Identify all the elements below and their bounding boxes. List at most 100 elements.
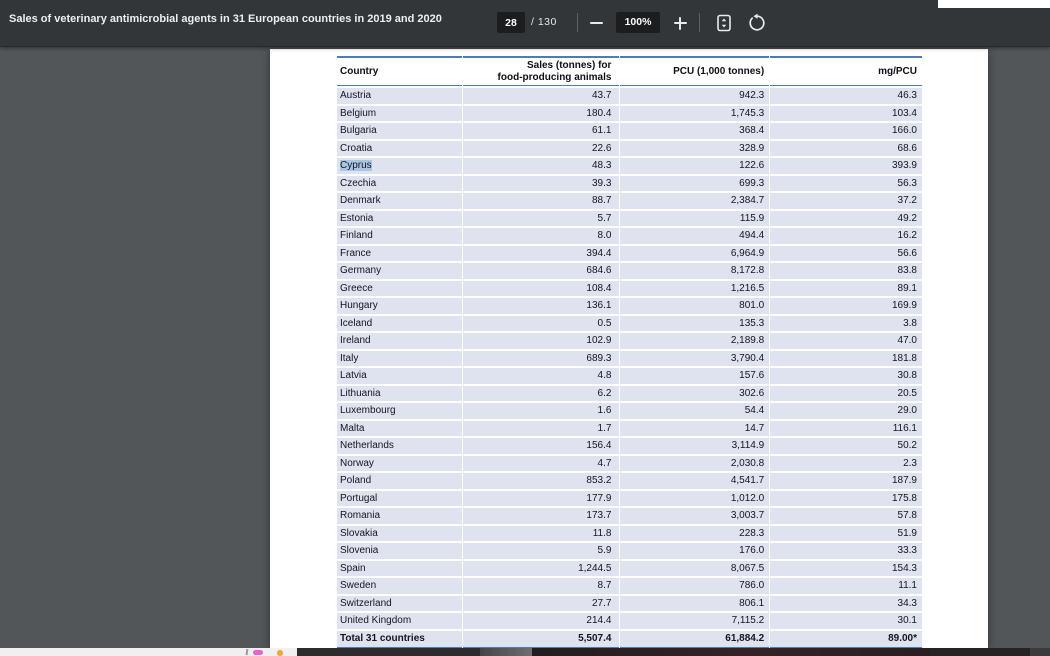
mg-cell: 2.3 — [770, 453, 922, 471]
pcu-cell: 1,216.5 — [620, 278, 770, 296]
mg-cell: 16.2 — [770, 226, 922, 244]
mg-cell: 187.9 — [770, 471, 922, 489]
sales-cell: 102.9 — [462, 331, 620, 349]
country-cell: Denmark — [337, 191, 462, 209]
pcu-cell: 3,114.9 — [620, 436, 770, 454]
mg-cell: 33.3 — [770, 541, 922, 559]
table-row: Latvia 4.8 157.6 30.8 — [337, 366, 922, 384]
country-cell: Latvia — [337, 366, 462, 384]
country-cell: Spain — [337, 558, 462, 576]
country-label: Romania — [340, 510, 381, 521]
country-cell: Ireland — [337, 331, 462, 349]
country-label: Denmark — [340, 195, 381, 206]
table-row: Croatia 22.6 328.9 68.6 — [337, 138, 922, 156]
pcu-cell: 54.4 — [620, 401, 770, 419]
background-window-strip-grey — [480, 648, 532, 656]
total-pcu-cell: 61,884.2 — [620, 628, 770, 649]
pcu-cell: 7,115.2 — [620, 611, 770, 629]
country-label: Ireland — [340, 335, 371, 346]
country-label: Estonia — [340, 212, 374, 224]
sales-cell: 11.8 — [462, 523, 620, 541]
country-cell: Germany — [337, 261, 462, 279]
country-label: Portugal — [340, 492, 378, 504]
country-cell: Norway — [337, 453, 462, 471]
country-cell: Estonia — [337, 208, 462, 226]
table-row: Belgium 180.4 1,745.3 103.4 — [337, 103, 922, 121]
mg-cell: 46.3 — [770, 86, 922, 104]
sales-cell: 156.4 — [462, 436, 620, 454]
country-label: Greece — [340, 282, 373, 294]
pcu-cell: 801.0 — [620, 296, 770, 314]
header-country: Country — [337, 56, 462, 86]
fit-to-page-button[interactable] — [712, 11, 736, 35]
header-pcu: PCU (1,000 tonnes) — [620, 56, 770, 86]
pcu-cell: 228.3 — [620, 523, 770, 541]
sales-cell: 4.8 — [462, 366, 620, 384]
country-label: Norway — [340, 457, 374, 469]
page-number-input[interactable] — [497, 12, 525, 33]
table-row: Slovenia 5.9 176.0 33.3 — [337, 541, 922, 559]
mg-cell: 37.2 — [770, 191, 922, 209]
zoom-in-button[interactable] — [668, 11, 692, 35]
pcu-cell: 14.7 — [620, 418, 770, 436]
country-label: Sweden — [340, 580, 377, 591]
pcu-cell: 6,964.9 — [620, 243, 770, 261]
country-cell: Portugal — [337, 488, 462, 506]
pcu-cell: 3,790.4 — [620, 348, 770, 366]
table-row: Netherlands 156.4 3,114.9 50.2 — [337, 436, 922, 454]
country-label: Spain — [340, 562, 366, 574]
sales-cell: 27.7 — [462, 593, 620, 611]
sales-cell: 22.6 — [462, 138, 620, 156]
total-sales-cell: 5,507.4 — [462, 628, 620, 649]
country-cell: Sweden — [337, 576, 462, 594]
sales-table: Country Sales (tonnes) for food-producin… — [336, 56, 923, 649]
zoom-out-button[interactable] — [584, 11, 608, 35]
total-label-cell: Total 31 countries — [337, 628, 462, 649]
sales-cell: 8.7 — [462, 576, 620, 594]
mg-cell: 169.9 — [770, 296, 922, 314]
table-row: France 394.4 6,964.9 56.6 — [337, 243, 922, 261]
sales-cell: 43.7 — [462, 86, 620, 104]
mg-cell: 393.9 — [770, 156, 922, 174]
sales-cell: 108.4 — [462, 278, 620, 296]
mg-cell: 175.8 — [770, 488, 922, 506]
mg-cell: 29.0 — [770, 401, 922, 419]
table-row: Portugal 177.9 1,012.0 175.8 — [337, 488, 922, 506]
country-cell: Italy — [337, 348, 462, 366]
country-label: Slovenia — [340, 545, 379, 556]
rotate-button[interactable] — [745, 11, 769, 35]
table-row: Cyprus 48.3 122.6 393.9 — [337, 156, 922, 174]
table-row: Sweden 8.7 786.0 11.1 — [337, 576, 922, 594]
pcu-cell: 806.1 — [620, 593, 770, 611]
zoom-level[interactable]: 100% — [616, 12, 660, 33]
table-row: Switzerland 27.7 806.1 34.3 — [337, 593, 922, 611]
pcu-cell: 4,541.7 — [620, 471, 770, 489]
table-row: Luxembourg 1.6 54.4 29.0 — [337, 401, 922, 419]
toolbar-divider — [699, 13, 700, 32]
pcu-cell: 3,003.7 — [620, 506, 770, 524]
mg-cell: 47.0 — [770, 331, 922, 349]
country-cell: Luxembourg — [337, 401, 462, 419]
sales-cell: 1.6 — [462, 401, 620, 419]
table-row: Estonia 5.7 115.9 49.2 — [337, 208, 922, 226]
country-label: Iceland — [340, 317, 373, 329]
country-label: United Kingdom — [340, 615, 412, 626]
pdf-toolbar: Sales of veterinary antimicrobial agents… — [0, 0, 1050, 47]
mg-cell: 57.8 — [770, 506, 922, 524]
country-cell: Slovenia — [337, 541, 462, 559]
country-cell: Cyprus — [337, 156, 462, 174]
mg-cell: 83.8 — [770, 261, 922, 279]
country-cell: Poland — [337, 471, 462, 489]
country-cell: Finland — [337, 226, 462, 244]
country-cell: Greece — [337, 278, 462, 296]
pcu-cell: 135.3 — [620, 313, 770, 331]
pcu-cell: 8,172.8 — [620, 261, 770, 279]
mg-cell: 181.8 — [770, 348, 922, 366]
country-cell: United Kingdom — [337, 611, 462, 629]
background-window-strip-maroon — [532, 648, 930, 656]
table-row: Italy 689.3 3,790.4 181.8 — [337, 348, 922, 366]
mg-cell: 50.2 — [770, 436, 922, 454]
sales-cell: 88.7 — [462, 191, 620, 209]
mg-cell: 11.1 — [770, 576, 922, 594]
country-cell: Slovakia — [337, 523, 462, 541]
